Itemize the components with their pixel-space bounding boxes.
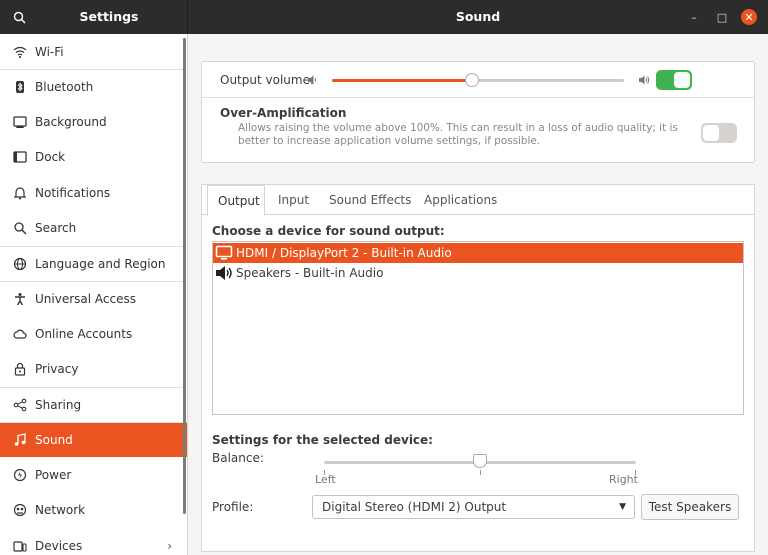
toggle-nub: [674, 72, 690, 88]
output-volume-toggle[interactable]: [656, 70, 692, 90]
device-item-speakers[interactable]: Speakers - Built-in Audio: [213, 263, 743, 283]
minimize-button[interactable]: –: [686, 9, 702, 25]
power-icon: [12, 467, 28, 483]
profile-dropdown[interactable]: Digital Stereo (HDMI 2) Output ▼: [312, 495, 635, 519]
globe-icon: [12, 256, 28, 272]
sidebar-item-label: Background: [35, 115, 107, 130]
sidebar-item-label: Dock: [35, 150, 66, 165]
bluetooth-icon: [12, 79, 28, 95]
balance-slider[interactable]: [473, 454, 487, 468]
wifi-icon: [12, 44, 28, 60]
device-card: Output Input Sound Effects Applications …: [201, 184, 755, 552]
dropdown-arrow-icon: ▼: [619, 502, 626, 512]
choose-device-title: Choose a device for sound output:: [212, 224, 445, 238]
tab-output[interactable]: Output: [207, 185, 265, 216]
device-item-hdmi[interactable]: HDMI / DisplayPort 2 - Built-in Audio: [213, 243, 743, 263]
sidebar-item-notifications[interactable]: Notifications: [0, 175, 184, 210]
profile-value: Digital Stereo (HDMI 2) Output: [322, 500, 507, 514]
sidebar-item-network[interactable]: Network: [0, 493, 184, 528]
dock-icon: [12, 149, 28, 165]
sidebar-item-label: Search: [35, 221, 77, 235]
sidebar: Wi-Fi Bluetooth Background Dock Notification…: [0, 34, 188, 555]
sidebar-item-language-and-region[interactable]: Language and Region: [0, 245, 184, 281]
sidebar-scrollbar[interactable]: [183, 38, 186, 514]
output-volume-fill: [332, 79, 473, 82]
sidebar-item-privacy[interactable]: Privacy: [0, 352, 184, 387]
background-icon: [12, 114, 28, 130]
output-volume-label: Output volume:: [220, 73, 314, 87]
speaker-low-icon: [308, 75, 317, 85]
search-icon: [13, 11, 26, 24]
tab-applications[interactable]: Applications: [414, 185, 507, 215]
share-icon: [12, 397, 28, 413]
network-icon: [12, 502, 28, 518]
sidebar-item-sound[interactable]: Sound: [0, 422, 187, 458]
device-label: HDMI / DisplayPort 2 - Built-in Audio: [236, 246, 452, 260]
lock-icon: [12, 361, 28, 377]
balance-left-label: Left: [315, 473, 336, 486]
tab-sound-effects[interactable]: Sound Effects: [319, 185, 421, 215]
app-title: Settings: [79, 9, 139, 24]
sidebar-item-label: Devices: [35, 538, 83, 553]
accessibility-icon: [12, 291, 28, 307]
sidebar-item-label: Sharing: [35, 398, 82, 412]
panel-title: Sound: [455, 9, 501, 24]
output-volume-row: Output volume:: [202, 62, 754, 98]
sound-panel: Output volume: Over-Amplification Allows…: [188, 34, 768, 555]
sidebar-header: Settings: [0, 0, 188, 34]
over-amplification-description: Allows raising the volume above 100%. Th…: [238, 122, 678, 147]
sidebar-item-search[interactable]: Search: [0, 211, 184, 246]
over-amplification-title: Over-Amplification: [220, 106, 347, 120]
output-device-list: HDMI / DisplayPort 2 - Built-in Audio Sp…: [212, 241, 744, 415]
devices-icon: [12, 538, 28, 554]
sidebar-item-label: Online Accounts: [35, 326, 133, 341]
search-icon: [12, 220, 28, 236]
title-bar: Settings Sound – □ ✕: [0, 0, 768, 34]
over-amplification-toggle[interactable]: [701, 123, 737, 143]
close-button[interactable]: ✕: [741, 9, 757, 25]
search-button[interactable]: [8, 6, 30, 28]
sidebar-item-label: Notifications: [35, 185, 111, 200]
sidebar-item-dock[interactable]: Dock: [0, 140, 184, 175]
balance-right-label: Right: [609, 473, 638, 486]
sidebar-item-label: Network: [35, 503, 86, 518]
sidebar-item-bluetooth[interactable]: Bluetooth: [0, 69, 184, 104]
speaker-icon: [215, 265, 233, 281]
chevron-right-icon: ›: [167, 539, 172, 554]
sidebar-item-wi-fi[interactable]: Wi-Fi: [0, 34, 184, 69]
cloud-icon: [12, 326, 28, 342]
bell-icon: [12, 185, 28, 201]
sidebar-item-background[interactable]: Background: [0, 105, 184, 140]
volume-card: Output volume: Over-Amplification Allows…: [201, 61, 755, 163]
music-note-icon: [12, 432, 28, 448]
sidebar-item-label: Bluetooth: [35, 80, 94, 95]
tab-input[interactable]: Input: [268, 185, 319, 215]
monitor-icon: [215, 245, 233, 261]
sidebar-item-label: Power: [35, 468, 72, 483]
sidebar-item-sharing[interactable]: Sharing: [0, 387, 184, 422]
output-volume-slider[interactable]: [465, 73, 480, 87]
sidebar-item-label: Language and Region: [35, 256, 166, 271]
maximize-button[interactable]: □: [714, 9, 730, 25]
sidebar-item-power[interactable]: Power: [0, 458, 184, 493]
speaker-high-icon: [639, 75, 650, 85]
sidebar-item-online-accounts[interactable]: Online Accounts: [0, 316, 184, 351]
sidebar-item-label: Wi-Fi: [35, 44, 64, 59]
toggle-nub: [703, 125, 719, 141]
sidebar-item-devices[interactable]: Devices ›: [0, 528, 184, 555]
device-label: Speakers - Built-in Audio: [236, 266, 384, 280]
test-speakers-button[interactable]: Test Speakers: [641, 494, 739, 520]
device-settings-title: Settings for the selected device:: [212, 433, 433, 447]
sidebar-item-label: Privacy: [35, 362, 79, 377]
sidebar-item-universal-access[interactable]: Universal Access: [0, 281, 184, 316]
profile-label: Profile:: [212, 500, 254, 514]
sidebar-item-label: Sound: [35, 433, 73, 448]
tab-bar: Output Input Sound Effects Applications: [202, 185, 754, 216]
balance-label: Balance:: [212, 451, 264, 465]
sidebar-item-label: Universal Access: [35, 292, 136, 307]
balance-tick-center: [480, 470, 481, 475]
